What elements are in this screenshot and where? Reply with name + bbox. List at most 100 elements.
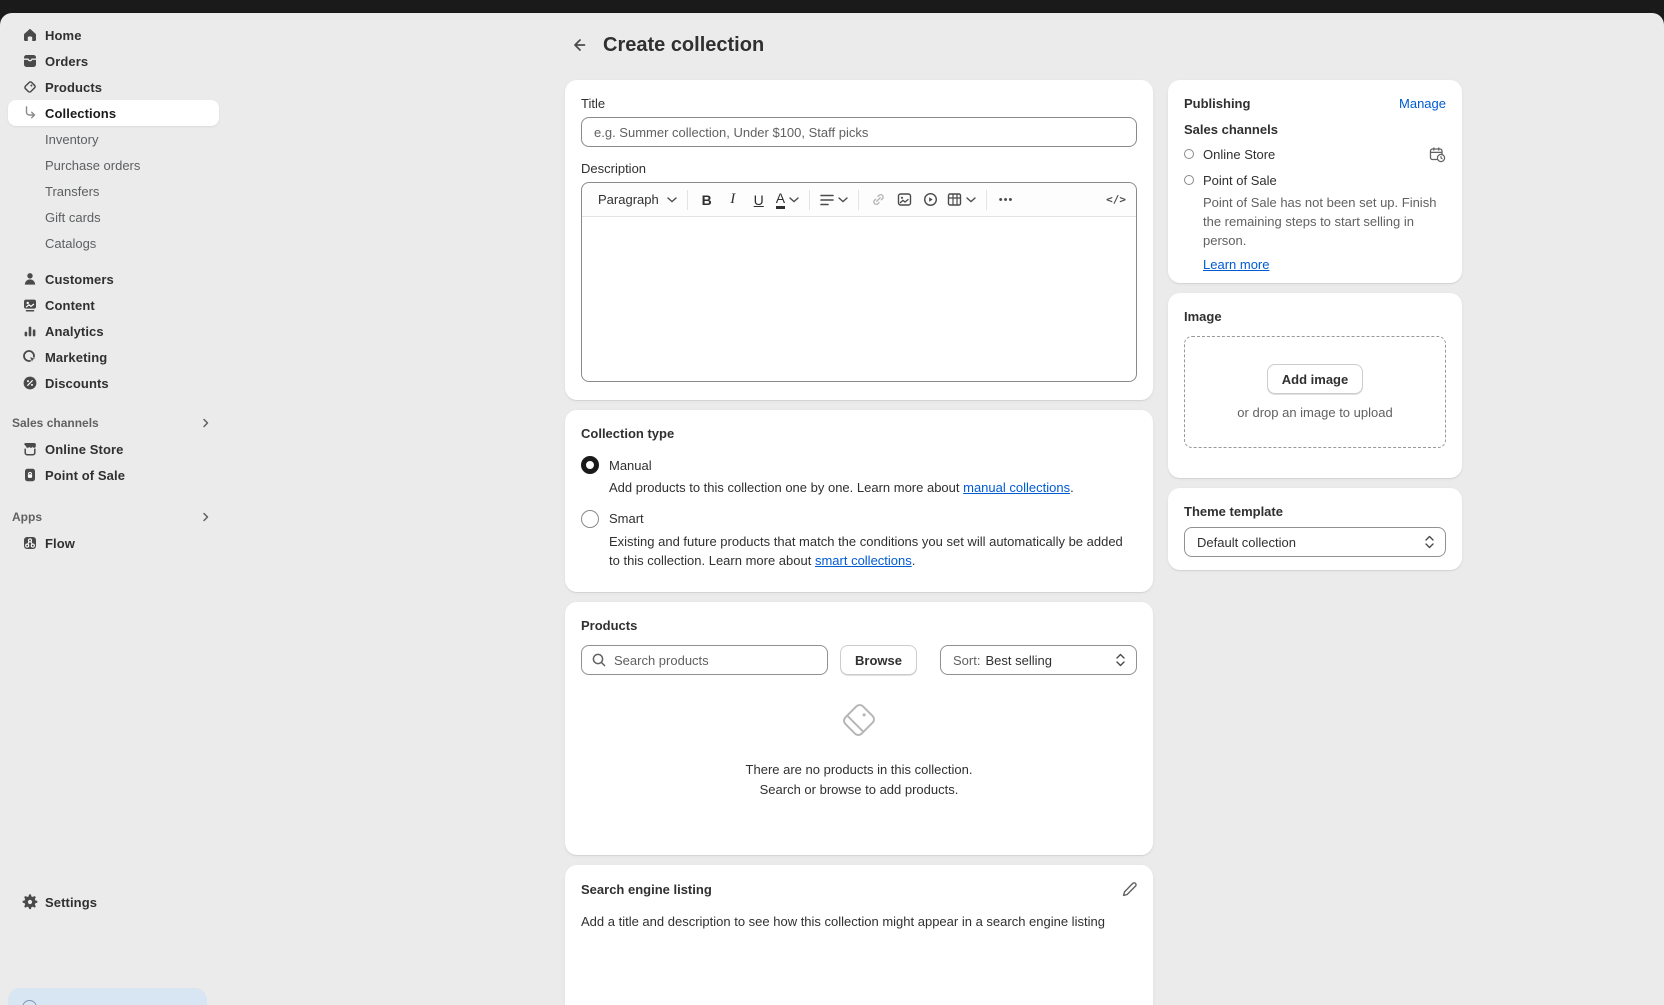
drop-image-text: or drop an image to upload (1237, 405, 1392, 420)
sort-select[interactable]: Sort: Best selling (940, 645, 1137, 675)
sidebar-item-orders[interactable]: Orders (0, 48, 227, 74)
chevron-down-icon (838, 197, 848, 203)
products-heading: Products (581, 618, 1137, 633)
chevron-down-icon (966, 197, 976, 203)
main-content: Create collection Title Description Para… (227, 13, 1664, 1005)
sidebar-item-purchase-orders[interactable]: Purchase orders (0, 152, 227, 178)
alignment-button[interactable] (816, 187, 852, 213)
underline-icon: U (754, 192, 764, 208)
sidebar: Home Orders Products Collections Invento… (0, 13, 227, 1005)
more-options-button[interactable]: ••• (993, 187, 1019, 213)
schedule-calendar-icon[interactable] (1429, 146, 1446, 163)
sidebar-item-transfers[interactable]: Transfers (0, 178, 227, 204)
chevron-down-icon (789, 197, 799, 203)
chevron-right-icon (201, 512, 211, 522)
sales-channels-header: Sales channels (12, 416, 99, 430)
collection-type-heading: Collection type (581, 426, 1137, 441)
toolbar-divider (687, 190, 688, 210)
products-card: Products Browse Sort: Best selling (565, 602, 1153, 855)
search-products-input[interactable] (581, 645, 828, 675)
edit-pencil-icon[interactable] (1121, 881, 1137, 897)
theme-template-heading: Theme template (1184, 504, 1446, 519)
sub-arrow-icon (22, 105, 38, 121)
sidebar-item-label: Collections (45, 106, 116, 121)
sidebar-item-gift-cards[interactable]: Gift cards (0, 204, 227, 230)
code-view-button[interactable]: </> (1102, 187, 1130, 213)
bold-button[interactable]: B (694, 187, 720, 213)
sidebar-item-label: Customers (45, 272, 114, 287)
manual-collections-link[interactable]: manual collections (963, 480, 1070, 495)
marketing-icon (22, 349, 38, 365)
chevron-right-icon (201, 418, 211, 428)
sidebar-item-label: Flow (45, 536, 75, 551)
image-dropzone[interactable]: Add image or drop an image to upload (1184, 336, 1446, 448)
insert-video-button[interactable] (917, 187, 943, 213)
back-button[interactable] (565, 31, 593, 59)
trial-banner[interactable] (8, 988, 207, 1005)
sidebar-item-flow[interactable]: Flow (0, 530, 227, 556)
sidebar-item-label: Discounts (45, 376, 109, 391)
sidebar-item-content[interactable]: Content (0, 292, 227, 318)
flow-icon (22, 535, 38, 551)
publishing-card: Publishing Manage Sales channels Online … (1168, 80, 1462, 283)
sidebar-item-label: Gift cards (45, 210, 101, 225)
title-input[interactable] (581, 117, 1137, 147)
sidebar-item-label: Content (45, 298, 95, 313)
link-icon (871, 192, 886, 207)
sort-label: Sort: (953, 653, 980, 668)
insert-table-button[interactable] (943, 187, 980, 213)
empty-state-line2: Search or browse to add products. (581, 780, 1137, 800)
browse-button[interactable]: Browse (840, 645, 917, 675)
underline-button[interactable]: U (746, 187, 772, 213)
smart-radio[interactable] (581, 510, 599, 528)
code-icon: </> (1106, 193, 1126, 206)
add-image-button[interactable]: Add image (1267, 364, 1363, 394)
theme-template-select[interactable]: Default collection (1184, 527, 1446, 557)
channel-status-icon (1184, 149, 1194, 159)
sidebar-item-online-store[interactable]: Online Store (0, 436, 227, 462)
sidebar-item-products[interactable]: Products (0, 74, 227, 100)
sidebar-item-point-of-sale[interactable]: Point of Sale (0, 462, 227, 488)
sidebar-item-analytics[interactable]: Analytics (0, 318, 227, 344)
products-icon (22, 79, 38, 95)
sidebar-item-discounts[interactable]: Discounts (0, 370, 227, 396)
sidebar-item-label: Transfers (45, 184, 99, 199)
sidebar-item-home[interactable]: Home (0, 22, 227, 48)
empty-state-line1: There are no products in this collection… (581, 760, 1137, 780)
sidebar-item-label: Point of Sale (45, 468, 125, 483)
learn-more-link[interactable]: Learn more (1203, 257, 1269, 272)
more-options-icon: ••• (999, 194, 1014, 206)
manage-link[interactable]: Manage (1399, 96, 1446, 111)
manual-radio[interactable] (581, 456, 599, 474)
italic-button[interactable]: I (720, 187, 746, 213)
insert-image-button[interactable] (891, 187, 917, 213)
sidebar-item-inventory[interactable]: Inventory (0, 126, 227, 152)
chevron-down-icon (667, 197, 677, 203)
sidebar-item-customers[interactable]: Customers (0, 266, 227, 292)
content-icon (22, 297, 38, 313)
discounts-icon (22, 375, 38, 391)
text-color-icon: A (776, 191, 785, 209)
paragraph-label: Paragraph (592, 192, 663, 207)
table-icon (947, 192, 962, 207)
sidebar-section-sales-channels[interactable]: Sales channels (0, 410, 227, 436)
smart-label: Smart (609, 511, 644, 526)
image-icon (897, 192, 912, 207)
sidebar-item-collections[interactable]: Collections (8, 100, 219, 126)
image-card: Image Add image or drop an image to uplo… (1168, 293, 1462, 478)
paragraph-style-dropdown[interactable]: Paragraph (588, 187, 681, 213)
manual-label: Manual (609, 458, 652, 473)
sidebar-item-settings[interactable]: Settings (0, 889, 227, 915)
sidebar-item-marketing[interactable]: Marketing (0, 344, 227, 370)
channel-online-store: Online Store (1203, 147, 1420, 162)
smart-collections-link[interactable]: smart collections (815, 553, 912, 568)
seo-heading: Search engine listing (581, 882, 712, 897)
sidebar-section-apps[interactable]: Apps (0, 504, 227, 530)
sidebar-item-label: Purchase orders (45, 158, 140, 173)
description-input[interactable] (582, 217, 1136, 382)
sidebar-item-catalogs[interactable]: Catalogs (0, 230, 227, 256)
point-of-sale-icon (22, 467, 38, 483)
link-button[interactable] (865, 187, 891, 213)
text-color-button[interactable]: A (772, 187, 803, 213)
italic-icon: I (730, 191, 735, 208)
